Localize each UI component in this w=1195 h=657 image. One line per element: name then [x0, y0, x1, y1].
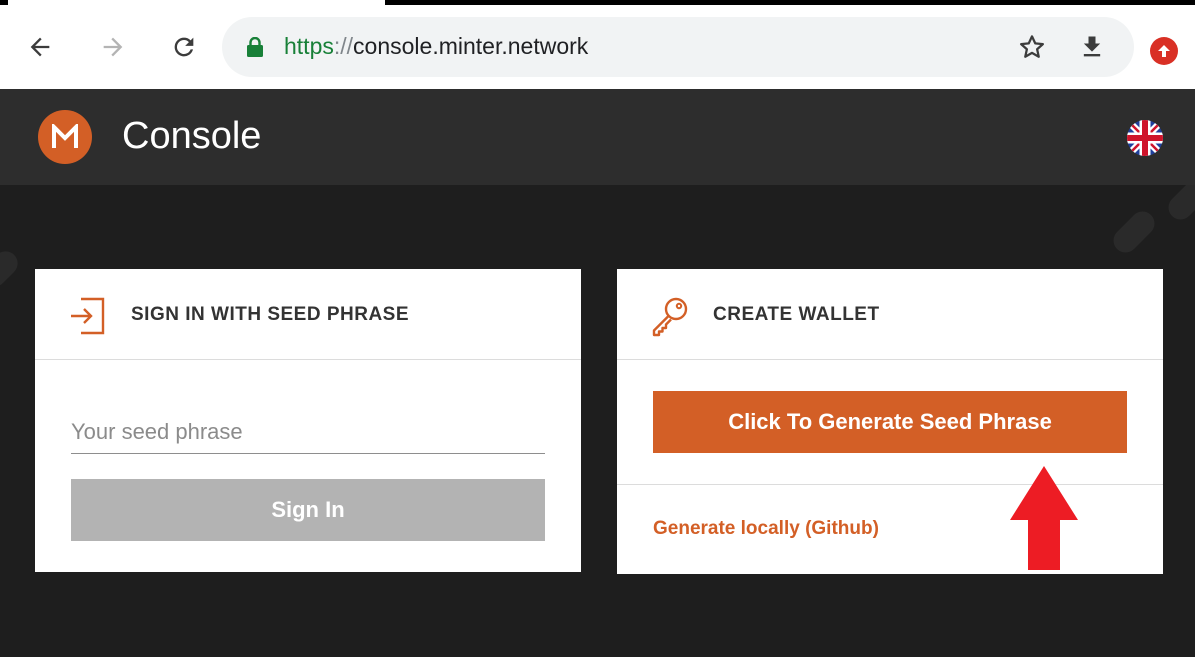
star-icon [1020, 35, 1044, 58]
reload-icon [174, 37, 194, 57]
create-wallet-card-header: CREATE WALLET [617, 269, 1163, 360]
url-scheme: https [284, 33, 334, 59]
lock-icon [247, 37, 263, 57]
signin-card: SIGN IN WITH SEED PHRASE Sign In [35, 269, 581, 572]
app-header: Console [0, 89, 1195, 185]
back-arrow-icon [30, 37, 50, 57]
reload-button[interactable] [168, 31, 200, 63]
minter-logo-icon [52, 124, 78, 148]
url-text[interactable]: https://console.minter.network [284, 33, 588, 60]
app-title: Console [122, 115, 262, 157]
generate-seed-phrase-button[interactable]: Click To Generate Seed Phrase [653, 391, 1127, 453]
background-decoration [0, 246, 23, 292]
signin-button[interactable]: Sign In [71, 479, 545, 541]
sign-in-icon [71, 297, 105, 335]
signin-card-header: SIGN IN WITH SEED PHRASE [35, 269, 581, 360]
forward-arrow-icon [103, 37, 123, 57]
forward-button[interactable] [97, 31, 129, 63]
update-icon [1158, 45, 1170, 57]
create-wallet-card-title: CREATE WALLET [713, 304, 880, 325]
url-host: console.minter.network [353, 33, 589, 59]
back-button[interactable] [24, 31, 56, 63]
update-button[interactable] [1150, 37, 1178, 65]
bookmark-button[interactable] [1016, 31, 1048, 63]
language-switcher[interactable] [1127, 120, 1163, 156]
minter-logo[interactable] [38, 110, 92, 164]
signin-card-title: SIGN IN WITH SEED PHRASE [131, 304, 410, 325]
download-icon [1083, 36, 1101, 57]
url-separator: :// [333, 33, 354, 59]
background-decoration [1163, 185, 1195, 225]
address-bar[interactable]: https://console.minter.network [222, 17, 1134, 77]
red-up-arrow-icon [1010, 466, 1078, 570]
seed-phrase-input[interactable] [71, 411, 545, 454]
background-decoration [1108, 206, 1160, 258]
key-icon [652, 297, 688, 337]
create-wallet-card: CREATE WALLET Click To Generate Seed Phr… [617, 269, 1163, 574]
browser-toolbar: https://console.minter.network [0, 5, 1195, 89]
download-button[interactable] [1076, 31, 1108, 63]
uk-flag-icon [1127, 120, 1163, 156]
generate-locally-link[interactable]: Generate locally (Github) [653, 518, 879, 540]
card-divider [617, 484, 1163, 485]
